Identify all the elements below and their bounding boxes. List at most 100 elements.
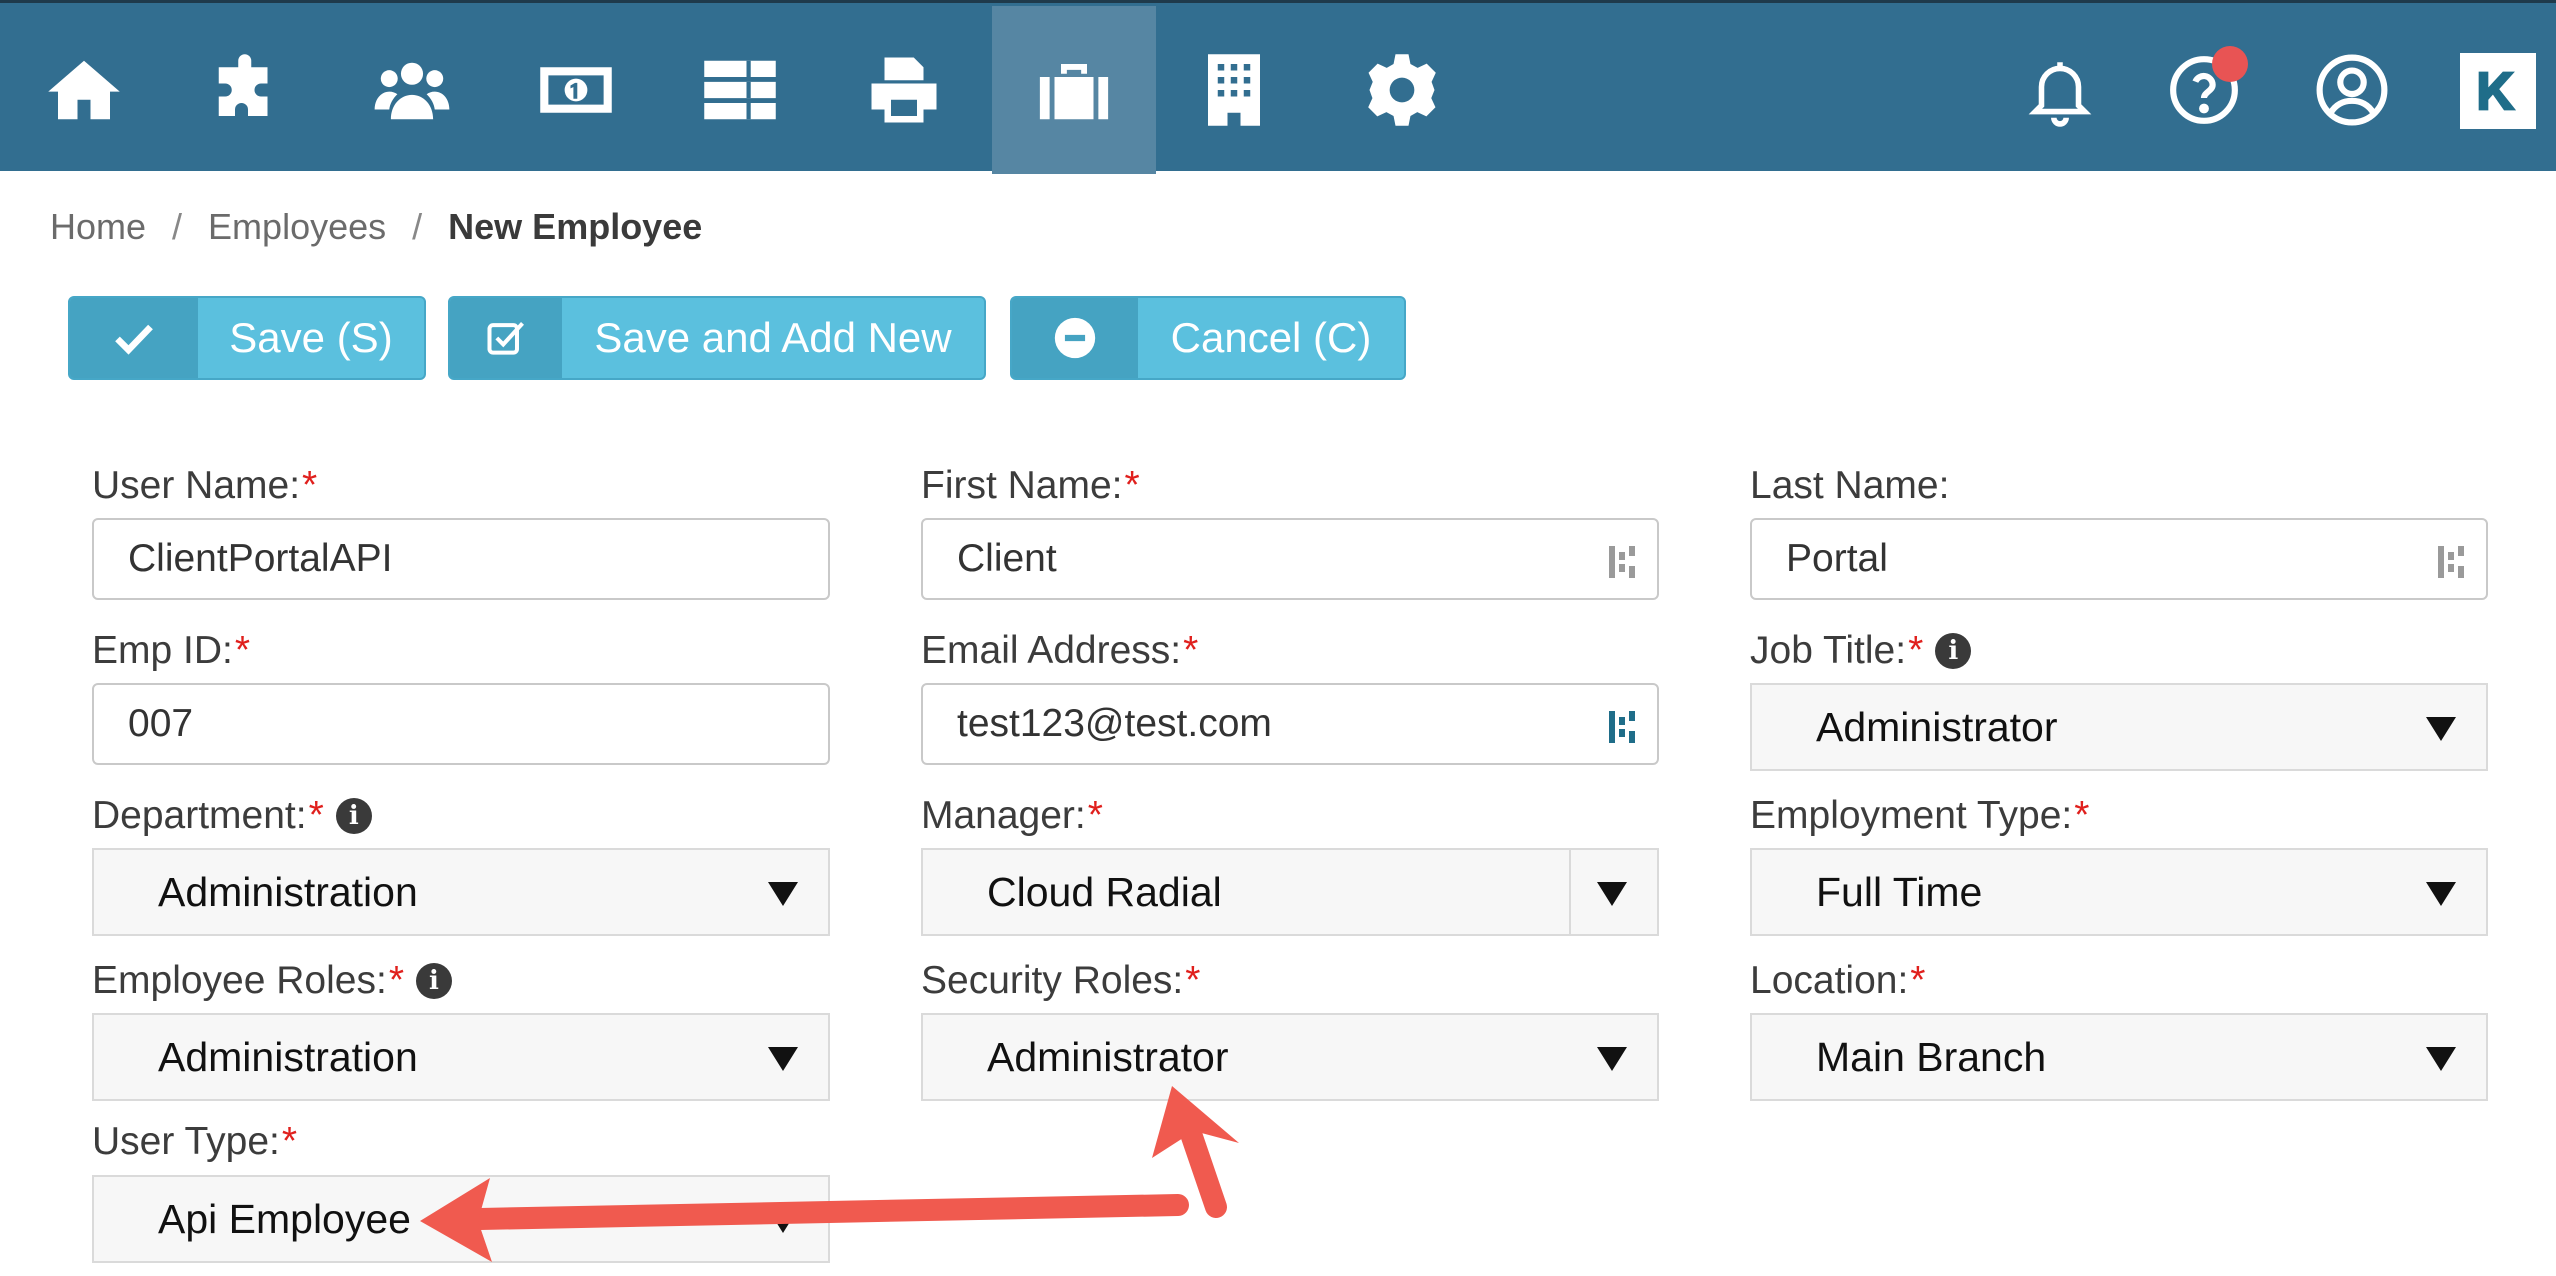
emp-id-label-text: Emp ID: bbox=[92, 629, 233, 672]
user-name-label: User Name: * bbox=[92, 464, 317, 508]
nav-company[interactable] bbox=[1152, 6, 1316, 174]
nav-settings[interactable] bbox=[1320, 6, 1484, 174]
email-label-text: Email Address: bbox=[921, 629, 1182, 672]
employment-type-select[interactable]: Full Time bbox=[1750, 848, 2488, 936]
required-marker: * bbox=[302, 464, 318, 507]
required-marker: * bbox=[2074, 794, 2090, 837]
email-address-field[interactable]: test123@test.com bbox=[921, 683, 1659, 765]
info-icon[interactable]: i bbox=[1935, 633, 1972, 669]
gear-icon bbox=[1368, 54, 1436, 126]
email-value: test123@test.com bbox=[957, 702, 1272, 745]
location-select[interactable]: Main Branch bbox=[1750, 1013, 2488, 1101]
job-title-select[interactable]: Administrator bbox=[1750, 683, 2488, 771]
breadcrumb-separator: / bbox=[412, 206, 423, 247]
cancel-button-label: Cancel (C) bbox=[1170, 314, 1372, 361]
breadcrumb-separator: / bbox=[172, 206, 183, 247]
user-type-value: Api Employee bbox=[158, 1195, 411, 1242]
save-button-label: Save (S) bbox=[229, 314, 393, 361]
manager-select[interactable]: Cloud Radial bbox=[921, 848, 1659, 936]
last-name-label: Last Name: bbox=[1750, 464, 1949, 508]
employment-type-label-text: Employment Type: bbox=[1750, 794, 2073, 837]
dropdown-caret-icon bbox=[768, 1047, 798, 1071]
nav-integrations[interactable] bbox=[166, 6, 330, 174]
department-select[interactable]: Administration bbox=[92, 848, 830, 936]
first-name-value: Client bbox=[957, 537, 1057, 580]
required-marker: * bbox=[308, 794, 324, 837]
minus-circle-icon bbox=[1054, 317, 1096, 359]
user-name-label-text: User Name: bbox=[92, 464, 301, 507]
employee-roles-value: Administration bbox=[158, 1033, 418, 1080]
first-name-field[interactable]: Client bbox=[921, 518, 1659, 600]
emp-id-field[interactable]: 007 bbox=[92, 683, 830, 765]
location-label-text: Location: bbox=[1750, 959, 1909, 1002]
employment-type-label: Employment Type: * bbox=[1750, 794, 2089, 838]
home-icon bbox=[48, 60, 120, 120]
user-profile-button[interactable] bbox=[2282, 6, 2422, 174]
dropdown-caret-icon bbox=[2426, 717, 2456, 741]
list-icon bbox=[704, 60, 776, 120]
save-button[interactable]: Save (S) bbox=[68, 296, 426, 380]
save-and-add-new-label: Save and Add New bbox=[594, 314, 952, 361]
last-name-value: Portal bbox=[1786, 537, 1888, 580]
dropdown-caret-icon bbox=[768, 882, 798, 906]
check-icon bbox=[115, 324, 153, 355]
breadcrumb: Home / Employees / New Employee bbox=[50, 206, 702, 248]
breadcrumb-current: New Employee bbox=[448, 206, 703, 247]
info-icon[interactable]: i bbox=[335, 798, 372, 834]
password-manager-icon[interactable] bbox=[1607, 542, 1639, 582]
department-value: Administration bbox=[158, 868, 418, 915]
breadcrumb-home[interactable]: Home bbox=[50, 206, 146, 248]
email-address-label: Email Address: * bbox=[921, 629, 1198, 673]
job-title-value: Administrator bbox=[1816, 703, 2058, 750]
required-marker: * bbox=[281, 1120, 298, 1163]
location-label: Location: * bbox=[1750, 959, 1925, 1003]
notifications-button[interactable] bbox=[1990, 6, 2130, 174]
nav-employees[interactable] bbox=[992, 6, 1156, 174]
department-label: Department: * i bbox=[92, 794, 372, 838]
building-icon bbox=[1208, 54, 1260, 126]
user-type-label-text: User Type: bbox=[92, 1120, 280, 1163]
dropdown-caret-icon bbox=[2426, 1047, 2456, 1071]
location-value: Main Branch bbox=[1816, 1033, 2047, 1080]
job-title-label: Job Title: * i bbox=[1750, 629, 1972, 673]
puzzle-icon bbox=[218, 54, 268, 116]
password-manager-icon[interactable] bbox=[1607, 707, 1639, 747]
required-marker: * bbox=[1124, 464, 1140, 507]
help-button[interactable] bbox=[2134, 6, 2274, 174]
money-icon bbox=[540, 67, 612, 113]
user-type-label: User Type: * bbox=[92, 1120, 297, 1164]
save-and-add-new-button[interactable]: Save and Add New bbox=[448, 296, 986, 380]
last-name-field[interactable]: Portal bbox=[1750, 518, 2488, 600]
employment-type-value: Full Time bbox=[1816, 868, 1983, 915]
nav-print[interactable] bbox=[822, 6, 986, 174]
notification-badge bbox=[2212, 46, 2248, 82]
nav-list[interactable] bbox=[658, 6, 822, 174]
top-navigation-bar bbox=[0, 0, 2556, 174]
user-type-select[interactable]: Api Employee bbox=[92, 1175, 830, 1263]
security-roles-select[interactable]: Administrator bbox=[921, 1013, 1659, 1101]
manager-label: Manager: * bbox=[921, 794, 1103, 838]
password-manager-icon[interactable] bbox=[2436, 542, 2468, 582]
security-roles-label-text: Security Roles: bbox=[921, 959, 1184, 1002]
brand-logo[interactable] bbox=[2460, 53, 2536, 129]
nav-billing[interactable] bbox=[494, 6, 658, 174]
breadcrumb-employees[interactable]: Employees bbox=[208, 206, 386, 248]
user-icon bbox=[2316, 54, 2388, 126]
info-icon[interactable]: i bbox=[416, 963, 452, 999]
dropdown-caret-icon bbox=[2426, 882, 2456, 906]
dropdown-caret-icon[interactable] bbox=[1597, 882, 1627, 906]
first-name-label-text: First Name: bbox=[921, 464, 1123, 507]
department-label-text: Department: bbox=[92, 794, 307, 837]
required-marker: * bbox=[1183, 629, 1199, 672]
cancel-button[interactable]: Cancel (C) bbox=[1010, 296, 1406, 380]
user-name-field[interactable]: ClientPortalAPI bbox=[92, 518, 830, 600]
employee-roles-label-text: Employee Roles: bbox=[92, 959, 387, 1002]
required-marker: * bbox=[1087, 794, 1103, 837]
employee-roles-select[interactable]: Administration bbox=[92, 1013, 830, 1101]
security-roles-value: Administrator bbox=[987, 1033, 1229, 1080]
save-add-button-icon-area bbox=[450, 298, 562, 378]
printer-icon bbox=[871, 57, 937, 123]
user-name-value: ClientPortalAPI bbox=[128, 537, 393, 580]
nav-home[interactable] bbox=[2, 6, 166, 174]
nav-users[interactable] bbox=[330, 6, 494, 174]
